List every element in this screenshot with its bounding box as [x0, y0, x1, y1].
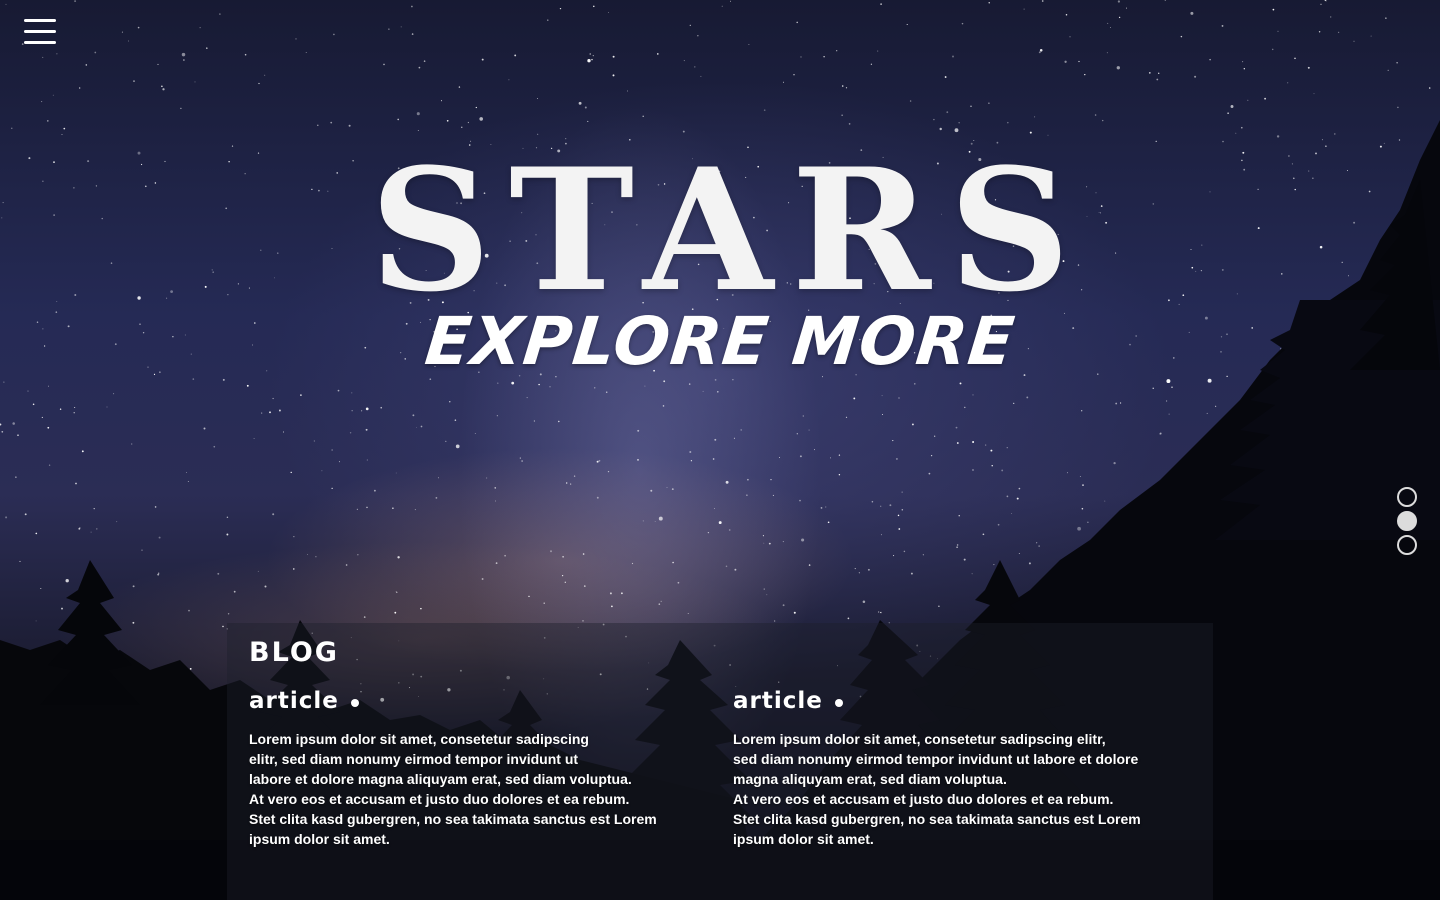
article-card: article Lorem ipsum dolor sit amet, cons… — [249, 685, 689, 849]
hero-title: STARS — [369, 131, 1089, 329]
pagination-dot-2[interactable] — [1397, 511, 1417, 531]
pagination-dots — [1397, 487, 1419, 559]
hero-background: STARS EXPLORE MORE BLOG article Lorem ip… — [0, 0, 1440, 900]
article-body: Lorem ipsum dolor sit amet, consetetur s… — [249, 731, 657, 847]
article-title-text: article — [249, 688, 339, 714]
hamburger-menu-icon-bar — [24, 30, 56, 33]
hamburger-menu-icon — [24, 19, 56, 22]
article-title[interactable]: article — [249, 685, 689, 717]
pagination-dot-1[interactable] — [1397, 487, 1417, 507]
hamburger-menu-button[interactable] — [22, 16, 58, 50]
bullet-dot-icon — [350, 698, 359, 707]
article-title[interactable]: article — [733, 685, 1173, 717]
bullet-dot-icon — [834, 698, 843, 707]
article-card: article Lorem ipsum dolor sit amet, cons… — [733, 685, 1173, 849]
blog-heading: BLOG — [249, 637, 339, 668]
pagination-dot-3[interactable] — [1397, 535, 1417, 555]
article-body: Lorem ipsum dolor sit amet, consetetur s… — [733, 731, 1141, 847]
blog-panel: BLOG article Lorem ipsum dolor sit amet,… — [227, 623, 1213, 900]
article-title-text: article — [733, 688, 823, 714]
hero-tagline: EXPLORE MORE — [421, 303, 1019, 380]
hamburger-menu-icon-bar — [24, 41, 56, 44]
